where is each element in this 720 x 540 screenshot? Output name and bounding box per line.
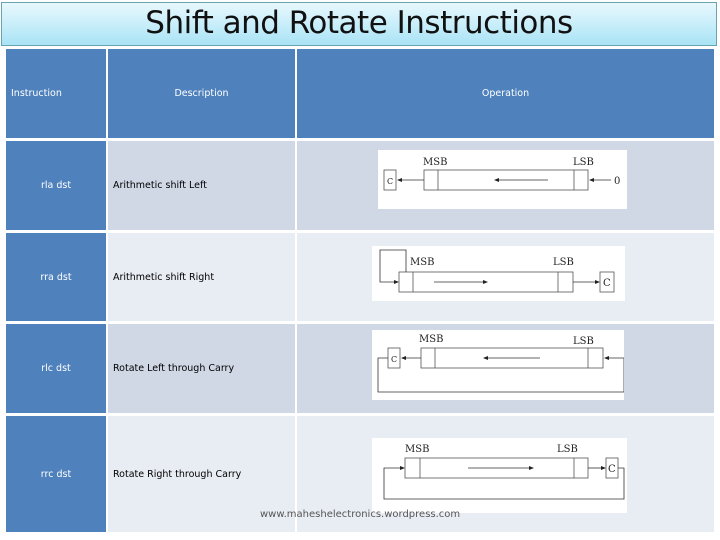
carry-label: C <box>608 464 616 475</box>
rra-operation-diagram: MSB LSB C <box>372 246 625 301</box>
msb-label: MSB <box>405 444 429 455</box>
page-title: Shift and Rotate Instructions <box>145 5 573 41</box>
carry-label: C <box>387 177 393 186</box>
carry-label: C <box>603 278 611 289</box>
carry-label: C <box>391 355 397 364</box>
description-cell: Arithmetic shift Right <box>108 233 295 321</box>
instruction-cell: rlc dst <box>6 324 106 413</box>
zero-input-label: 0 <box>614 176 620 187</box>
instruction-cell: rla dst <box>6 141 106 230</box>
lsb-label: LSB <box>553 257 574 268</box>
header-description: Description <box>108 49 295 138</box>
footer-url: www.maheshelectronics.wordpress.com <box>260 509 461 520</box>
lsb-label: LSB <box>573 157 594 168</box>
header-instruction: Instruction <box>6 49 106 138</box>
header-operation: Operation <box>297 49 714 138</box>
description-cell: Arithmetic shift Left <box>108 141 295 230</box>
lsb-label: LSB <box>573 336 594 347</box>
msb-label: MSB <box>419 334 443 345</box>
msb-label: MSB <box>410 257 434 268</box>
instruction-cell: rra dst <box>6 233 106 321</box>
description-cell: Rotate Left through Carry <box>108 324 295 413</box>
instruction-cell: rrc dst <box>6 416 106 532</box>
lsb-label: LSB <box>557 444 578 455</box>
rla-operation-diagram: MSB LSB C 0 <box>378 150 627 209</box>
rrc-operation-diagram: MSB LSB C <box>372 438 627 513</box>
msb-label: MSB <box>423 157 447 168</box>
title-bar: Shift and Rotate Instructions <box>1 2 717 46</box>
rlc-operation-diagram: MSB LSB C <box>372 330 624 400</box>
